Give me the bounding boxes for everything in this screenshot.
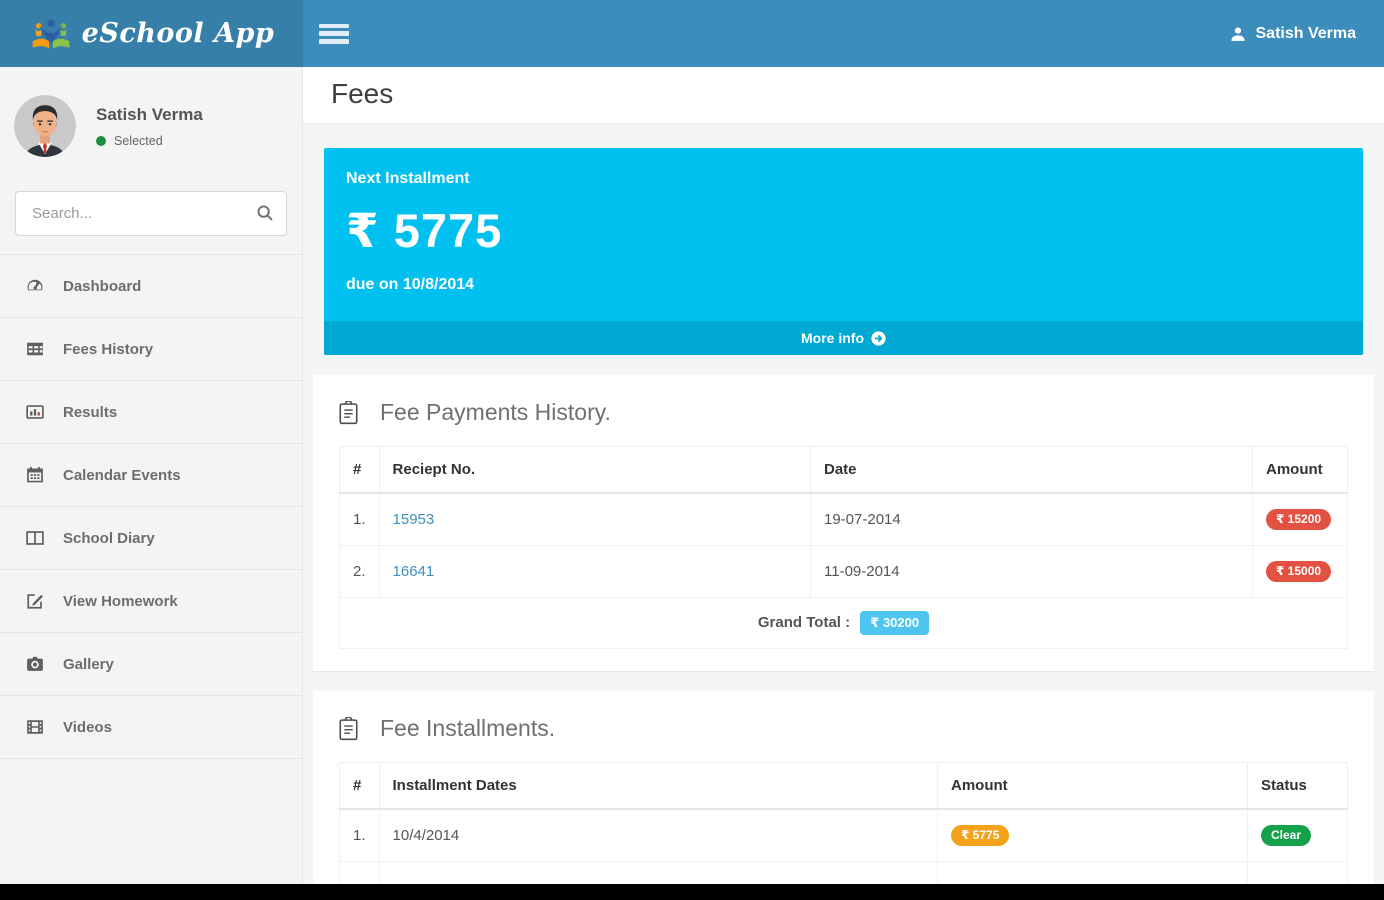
sidebar-item-videos[interactable]: Videos [0, 696, 302, 759]
col-header-index: # [340, 447, 380, 494]
user-icon [1230, 26, 1246, 42]
calendar-icon [26, 466, 44, 484]
next-installment-due: due on 10/8/2014 [346, 276, 1341, 294]
app-logo[interactable]: eSchool App [0, 0, 303, 67]
payment-date: 11-09-2014 [811, 546, 1253, 598]
sidebar-item-dashboard[interactable]: Dashboard [0, 255, 302, 318]
col-header-amount: Amount [938, 763, 1248, 810]
camera-icon [26, 655, 44, 673]
sidebar-item-fees-history[interactable]: Fees History [0, 318, 302, 381]
table-row: 1. 10/4/2014 ₹ 5775 Clear [340, 809, 1348, 862]
sidebar-item-label: Gallery [63, 656, 114, 673]
row-index: 1. [340, 809, 380, 862]
status-badge: Clear [1261, 825, 1311, 846]
sidebar-menu: Dashboard Fees History [0, 254, 302, 759]
receipt-link[interactable]: 15953 [393, 511, 435, 528]
sidebar-item-results[interactable]: Results [0, 381, 302, 444]
col-header-index: # [340, 763, 380, 810]
fee-installments-panel: Fee Installments. # Installment Dates Am… [313, 691, 1374, 900]
sidebar-item-label: Videos [63, 719, 112, 736]
next-installment-amount: ₹ 5775 [346, 203, 1341, 259]
status-label: Selected [114, 134, 163, 148]
navbar: Satish Verma [303, 0, 1384, 67]
sidebar-item-label: School Diary [63, 530, 155, 547]
col-header-installment-dates: Installment Dates [379, 763, 937, 810]
profile-name: Satish Verma [96, 105, 203, 125]
row-index: 2. [340, 546, 380, 598]
grand-total-row: Grand Total : ₹ 30200 [340, 598, 1348, 649]
dashboard-icon [26, 277, 44, 295]
installment-date: 10/4/2014 [379, 809, 937, 862]
sidebar: Satish Verma Selected [0, 67, 303, 900]
sidebar-item-label: Fees History [63, 341, 153, 358]
sidebar-search [15, 191, 287, 236]
profile-panel: Satish Verma Selected [0, 67, 302, 181]
sidebar-item-calendar-events[interactable]: Calendar Events [0, 444, 302, 507]
col-header-status: Status [1248, 763, 1348, 810]
sidebar-item-gallery[interactable]: Gallery [0, 633, 302, 696]
pencil-square-icon [26, 592, 44, 610]
clipboard-icon [339, 401, 358, 425]
row-index: 1. [340, 493, 380, 546]
app-window: eSchool App Satish Verma [0, 0, 1384, 900]
next-installment-box: Next Installment ₹ 5775 due on 10/8/2014… [324, 148, 1363, 355]
sidebar-item-school-diary[interactable]: School Diary [0, 507, 302, 570]
results-chart-icon [26, 403, 44, 421]
amount-badge: ₹ 5775 [951, 825, 1009, 846]
app-name: eSchool App [82, 18, 275, 49]
film-icon [26, 718, 44, 736]
user-menu[interactable]: Satish Verma [1230, 25, 1357, 43]
amount-badge: ₹ 15000 [1266, 561, 1331, 582]
section-title: Fee Payments History. [380, 399, 611, 426]
sidebar-item-view-homework[interactable]: View Homework [0, 570, 302, 633]
sidebar-item-label: Results [63, 404, 117, 421]
clipboard-icon [339, 717, 358, 741]
search-icon[interactable] [256, 204, 274, 227]
fee-installments-title-row: Fee Installments. [339, 715, 1348, 742]
status-dot-icon [96, 136, 106, 146]
content-area: Next Installment ₹ 5775 due on 10/8/2014… [303, 124, 1384, 900]
section-title: Fee Installments. [380, 715, 555, 742]
col-header-date: Date [811, 447, 1253, 494]
avatar [14, 95, 76, 157]
sidebar-toggle-hamburger-icon[interactable] [317, 21, 351, 47]
top-navbar: eSchool App Satish Verma [0, 0, 1384, 67]
payment-date: 19-07-2014 [811, 493, 1253, 546]
sidebar-item-label: Dashboard [63, 278, 141, 295]
more-info-label: More info [801, 330, 864, 346]
fee-payments-history-title-row: Fee Payments History. [339, 399, 1348, 426]
bottom-black-bar [0, 884, 1384, 900]
main-content: Fees Next Installment ₹ 5775 due on 10/8… [303, 67, 1384, 900]
next-installment-label: Next Installment [346, 170, 1341, 188]
fee-payments-table: # Reciept No. Date Amount 1. 15953 19-07… [339, 446, 1348, 649]
receipt-link[interactable]: 16641 [393, 563, 435, 580]
table-row: 1. 15953 19-07-2014 ₹ 15200 [340, 493, 1348, 546]
sidebar-item-label: Calendar Events [63, 467, 181, 484]
amount-badge: ₹ 15200 [1266, 509, 1331, 530]
table-row: 2. 16641 11-09-2014 ₹ 15000 [340, 546, 1348, 598]
page-header: Fees [303, 67, 1384, 124]
page-title: Fees [331, 78, 1356, 110]
col-header-amount: Amount [1253, 447, 1348, 494]
grand-total-label: Grand Total : [758, 614, 850, 631]
fee-payments-history-panel: Fee Payments History. # Reciept No. Date… [313, 375, 1374, 671]
grand-total-badge: ₹ 30200 [860, 611, 929, 635]
search-input[interactable] [15, 191, 287, 236]
more-info-link[interactable]: More info [324, 321, 1363, 355]
col-header-receipt: Reciept No. [379, 447, 810, 494]
navbar-username: Satish Verma [1256, 25, 1357, 43]
fee-installments-table: # Installment Dates Amount Status 1. 10/… [339, 762, 1348, 900]
columns-icon [26, 529, 44, 547]
table-icon [26, 340, 44, 358]
sidebar-item-label: View Homework [63, 593, 178, 610]
eschool-logo-icon [29, 15, 73, 53]
arrow-circle-right-icon [871, 331, 886, 346]
profile-status: Selected [96, 134, 203, 148]
